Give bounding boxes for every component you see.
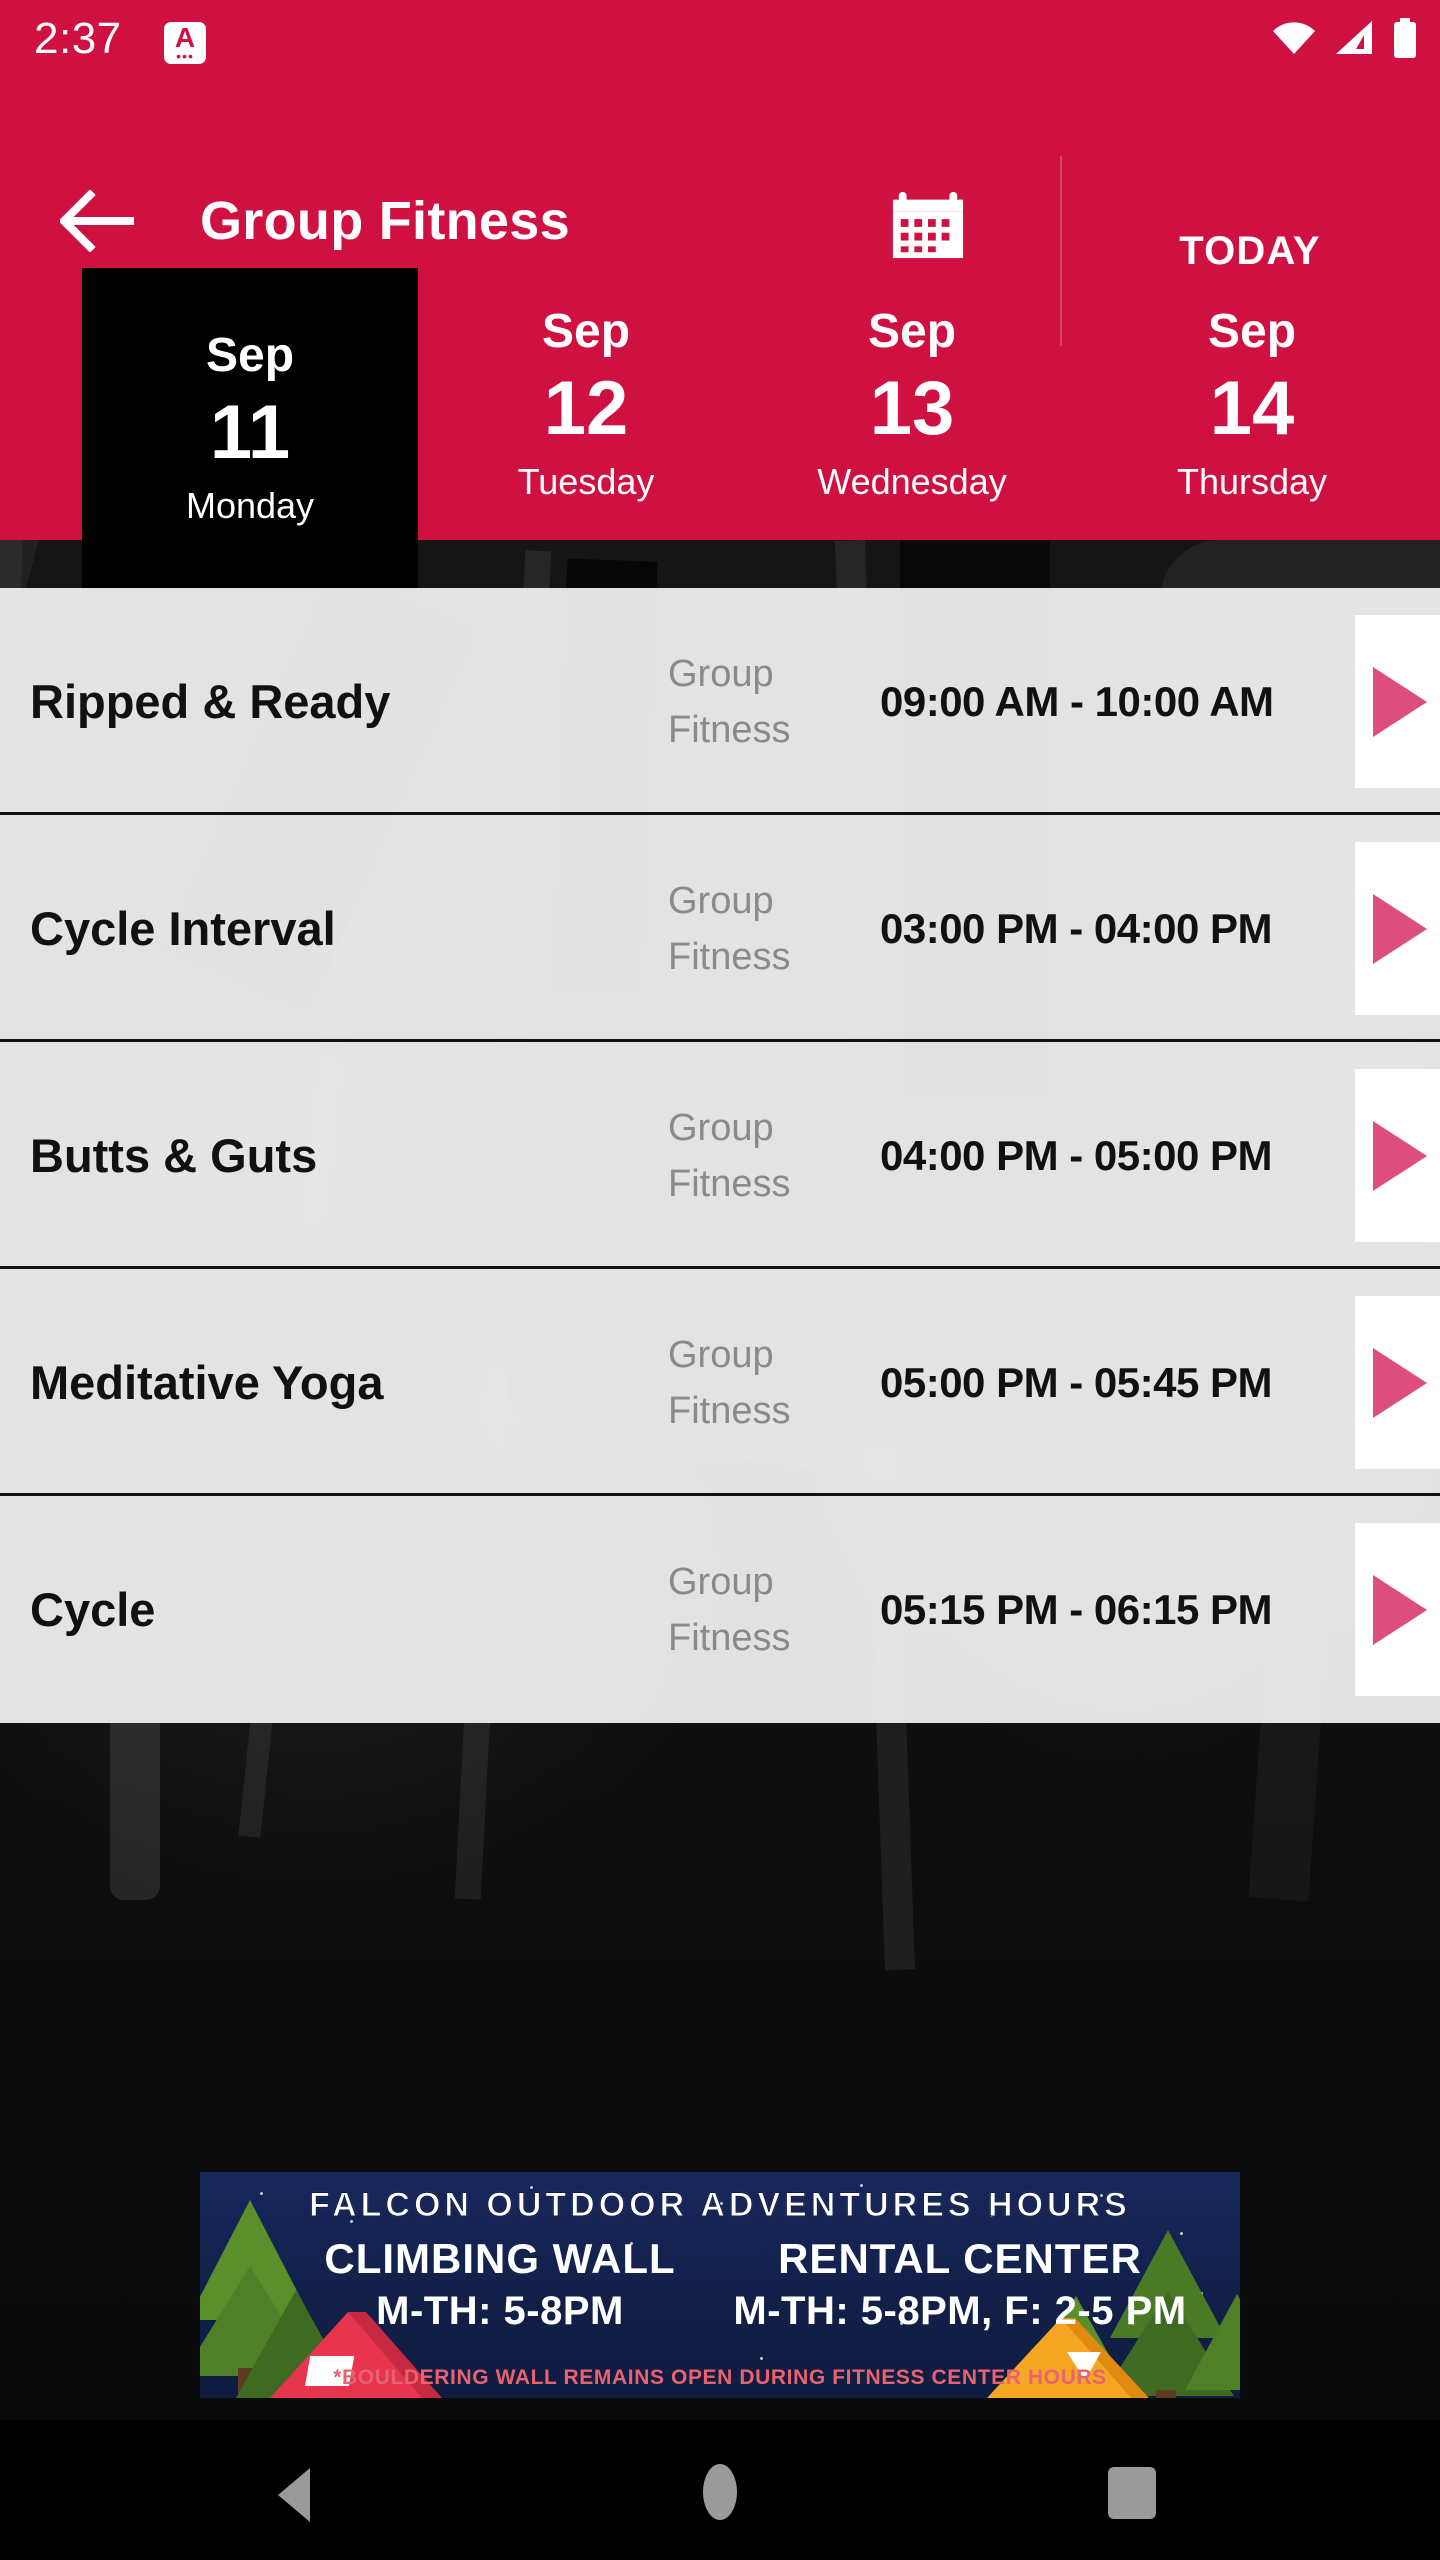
play-triangle-icon [1372, 1347, 1427, 1418]
status-icons [1272, 16, 1418, 64]
date-tab-day: 14 [1209, 366, 1295, 451]
table-row[interactable]: Meditative Yoga Group Fitness 05:00 PM -… [0, 1269, 1440, 1496]
class-category-line2: Fitness [668, 1616, 791, 1659]
battery-icon [1392, 17, 1418, 63]
class-category-line1: Group [668, 1106, 774, 1149]
date-tab-weekday: Thursday [1176, 461, 1328, 502]
play-triangle-icon [1372, 666, 1427, 737]
class-category-line2: Fitness [668, 935, 791, 978]
banner-rental-center-block: RENTAL CENTER M-TH: 5-8PM, F: 2-5 PM [690, 2234, 1230, 2336]
play-triangle-icon [1372, 893, 1427, 964]
notification-dots: ••• [176, 48, 194, 64]
advertisement-banner[interactable]: FALCON OUTDOOR ADVENTURES HOURS CLIMBING… [200, 2172, 1240, 2398]
back-arrow-icon[interactable] [58, 189, 134, 253]
date-tab-day: 12 [543, 366, 629, 451]
class-name: Cycle [30, 1582, 156, 1636]
play-triangle-icon [1372, 1574, 1427, 1645]
android-navigation-bar [0, 2420, 1440, 2560]
class-category-line1: Group [668, 652, 774, 695]
class-category: Group Fitness [668, 588, 858, 815]
class-time: 05:15 PM - 06:15 PM [880, 1585, 1273, 1633]
android-recents-icon[interactable] [1108, 2467, 1156, 2519]
banner-right-heading: RENTAL CENTER [778, 2235, 1142, 2282]
status-clock: 2:37 [34, 14, 122, 63]
table-row[interactable]: Cycle Group Fitness 05:15 PM - 06:15 PM [0, 1496, 1440, 1723]
today-label: TODAY [1179, 228, 1321, 273]
class-category-line1: Group [668, 1333, 774, 1376]
status-bar: 2:37 A ••• [0, 0, 1440, 78]
wifi-icon [1272, 21, 1316, 60]
date-tab-day: 13 [869, 366, 955, 451]
date-tab-weekday: Tuesday [517, 461, 655, 502]
class-category-line2: Fitness [668, 1162, 791, 1205]
android-home-icon[interactable] [703, 2464, 737, 2520]
class-name: Cycle Interval [30, 901, 336, 955]
class-category: Group Fitness [668, 1042, 858, 1269]
class-category-line2: Fitness [668, 708, 791, 751]
class-category: Group Fitness [668, 815, 858, 1042]
android-back-icon[interactable] [278, 2468, 310, 2522]
table-row[interactable]: Butts & Guts Group Fitness 04:00 PM - 05… [0, 1042, 1440, 1269]
class-category: Group Fitness [668, 1269, 858, 1496]
today-button[interactable]: TODAY [1060, 156, 1440, 346]
table-row[interactable]: Cycle Interval Group Fitness 03:00 PM - … [0, 815, 1440, 1042]
banner-climbing-wall-block: CLIMBING WALL M-TH: 5-8PM [290, 2234, 710, 2336]
class-schedule-list: Ripped & Ready Group Fitness 09:00 AM - … [0, 588, 1440, 1723]
date-tab-month: Sep [541, 305, 631, 358]
cellular-signal-icon [1334, 20, 1374, 60]
page-title: Group Fitness [200, 191, 570, 251]
date-tab-month: Sep [867, 305, 957, 358]
class-detail-button[interactable] [1355, 1069, 1440, 1242]
class-category-line2: Fitness [668, 1389, 791, 1432]
date-tab-sep-13[interactable]: Sep 13 Wednesday [744, 268, 1080, 540]
table-row[interactable]: Ripped & Ready Group Fitness 09:00 AM - … [0, 588, 1440, 815]
date-tab-sep-12[interactable]: Sep 12 Tuesday [418, 268, 754, 540]
class-time: 05:00 PM - 05:45 PM [880, 1358, 1273, 1406]
date-tab-day: 11 [209, 390, 291, 475]
play-triangle-icon [1372, 1120, 1427, 1191]
calendar-icon[interactable] [880, 186, 976, 260]
class-time: 09:00 AM - 10:00 AM [880, 677, 1274, 725]
class-name: Ripped & Ready [30, 674, 391, 728]
banner-footnote: *BOULDERING WALL REMAINS OPEN DURING FIT… [333, 2366, 1107, 2389]
class-detail-button[interactable] [1355, 1296, 1440, 1469]
class-detail-button[interactable] [1355, 615, 1440, 788]
class-category-line1: Group [668, 879, 774, 922]
class-category: Group Fitness [668, 1496, 858, 1723]
class-name: Butts & Guts [30, 1128, 318, 1182]
date-tab-sep-11[interactable]: Sep 11 Monday [82, 268, 418, 588]
class-category-line1: Group [668, 1560, 774, 1603]
app-bar: Group Fitness TODAY [0, 78, 1440, 346]
date-tab-weekday: Monday [185, 485, 315, 526]
banner-right-hours: M-TH: 5-8PM, F: 2-5 PM [733, 2289, 1187, 2333]
date-tab-weekday: Wednesday [817, 461, 1007, 502]
class-detail-button[interactable] [1355, 842, 1440, 1015]
banner-title: FALCON OUTDOOR ADVENTURES HOURS [309, 2186, 1131, 2225]
class-time: 04:00 PM - 05:00 PM [880, 1131, 1273, 1179]
date-tab-month: Sep [205, 329, 295, 382]
notification-app-icon: A ••• [164, 22, 206, 64]
class-name: Meditative Yoga [30, 1355, 384, 1409]
class-time: 03:00 PM - 04:00 PM [880, 904, 1273, 952]
class-detail-button[interactable] [1355, 1523, 1440, 1696]
banner-left-heading: CLIMBING WALL [324, 2235, 676, 2282]
banner-left-hours: M-TH: 5-8PM [376, 2289, 624, 2333]
